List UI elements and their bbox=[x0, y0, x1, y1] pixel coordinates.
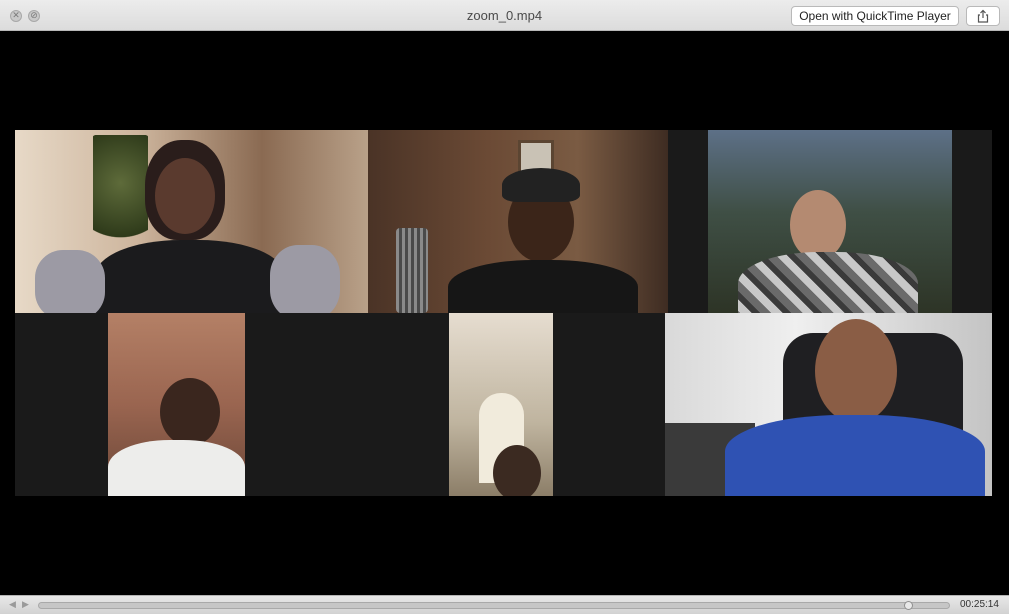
fan-object bbox=[396, 228, 428, 313]
participant-5-figure bbox=[477, 445, 553, 496]
rewind-icon[interactable]: ◀ bbox=[9, 600, 16, 610]
participant-tile-4 bbox=[15, 313, 449, 496]
participant-tile-5 bbox=[449, 313, 665, 496]
outdoor-scene bbox=[708, 130, 952, 313]
participant-6-figure bbox=[725, 319, 985, 496]
video-frame[interactable] bbox=[3, 31, 1006, 595]
participant-tile-1 bbox=[15, 130, 368, 313]
participant-2-figure bbox=[448, 160, 648, 313]
share-button[interactable] bbox=[966, 6, 1000, 26]
participant-5-view bbox=[449, 313, 553, 496]
participant-4-figure bbox=[108, 378, 245, 496]
share-icon bbox=[977, 9, 989, 23]
playback-scrubber[interactable] bbox=[38, 601, 950, 610]
participant-3-figure bbox=[738, 190, 928, 313]
participant-tile-6 bbox=[665, 313, 992, 496]
window-titlebar: ✕ ⊘ zoom_0.mp4 Open with QuickTime Playe… bbox=[0, 0, 1009, 31]
participant-1-figure bbox=[35, 140, 340, 313]
forward-icon[interactable]: ▶ bbox=[22, 600, 29, 610]
open-with-quicktime-button[interactable]: Open with QuickTime Player bbox=[791, 6, 959, 26]
timecode: 00:25:14 bbox=[960, 599, 999, 610]
playback-controlbar: ◀ ▶ 00:25:14 bbox=[0, 595, 1009, 614]
participant-tile-3 bbox=[668, 130, 992, 313]
participant-tile-2 bbox=[368, 130, 668, 313]
participant-4-view bbox=[108, 313, 245, 496]
scrubber-knob[interactable] bbox=[903, 601, 913, 610]
